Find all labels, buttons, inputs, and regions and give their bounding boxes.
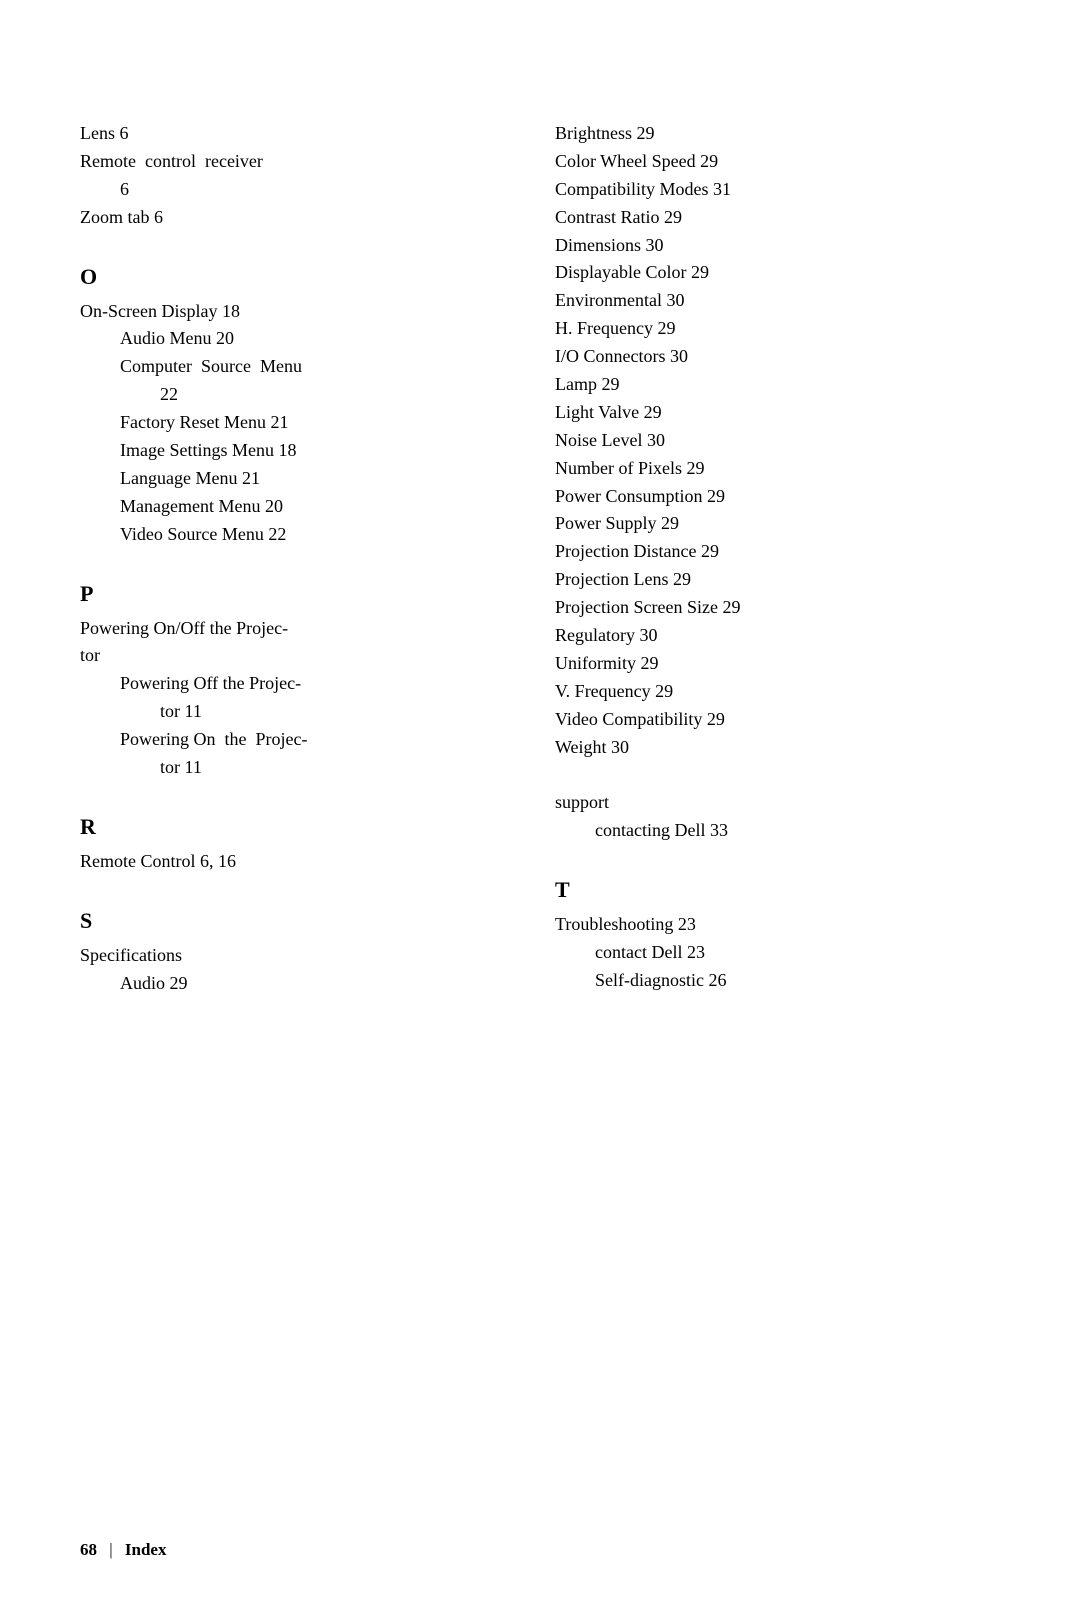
section-s: S Specifications Audio 29 (80, 908, 515, 998)
list-item: Regulatory 30 (555, 622, 1000, 650)
list-item: Number of Pixels 29 (555, 455, 1000, 483)
list-item: Contrast Ratio 29 (555, 204, 1000, 232)
list-item: Self-diagnostic 26 (555, 967, 1000, 995)
list-item: 6 (80, 176, 515, 204)
list-item: Zoom tab 6 (80, 204, 515, 232)
section-r: R Remote Control 6, 16 (80, 814, 515, 876)
list-item: Troubleshooting 23 (555, 911, 1000, 939)
list-item: Powering On/Off the Projec- (80, 615, 515, 643)
footer-label: Index (125, 1540, 167, 1559)
page: Lens 6 Remote control receiver 6 Zoom ta… (0, 0, 1080, 1620)
list-item: Uniformity 29 (555, 650, 1000, 678)
section-letter-s: S (80, 908, 515, 934)
section-letter-p: P (80, 581, 515, 607)
footer-separator: | (109, 1540, 112, 1560)
list-item: Projection Distance 29 (555, 538, 1000, 566)
list-item: Video Source Menu 22 (80, 521, 515, 549)
intro-entries: Lens 6 Remote control receiver 6 Zoom ta… (80, 120, 515, 232)
list-item: Remote Control 6, 16 (80, 848, 515, 876)
list-item: Management Menu 20 (80, 493, 515, 521)
list-item: tor (80, 642, 515, 670)
index-content: Lens 6 Remote control receiver 6 Zoom ta… (80, 120, 1000, 998)
section-t: T Troubleshooting 23 contact Dell 23 Sel… (555, 877, 1000, 995)
specs-entries: Brightness 29 Color Wheel Speed 29 Compa… (555, 120, 1000, 761)
list-item: Projection Lens 29 (555, 566, 1000, 594)
section-letter-r: R (80, 814, 515, 840)
list-item: Light Valve 29 (555, 399, 1000, 427)
section-letter-o: O (80, 264, 515, 290)
list-item: tor 11 (80, 698, 515, 726)
section-o: O On-Screen Display 18 Audio Menu 20 Com… (80, 264, 515, 549)
list-item: Remote control receiver (80, 148, 515, 176)
list-item: Projection Screen Size 29 (555, 594, 1000, 622)
list-item: Video Compatibility 29 (555, 706, 1000, 734)
list-item: Audio 29 (80, 970, 515, 998)
list-item: Image Settings Menu 18 (80, 437, 515, 465)
list-item: H. Frequency 29 (555, 315, 1000, 343)
list-item: Power Supply 29 (555, 510, 1000, 538)
list-item: Lamp 29 (555, 371, 1000, 399)
list-item: 22 (80, 381, 515, 409)
right-column: Brightness 29 Color Wheel Speed 29 Compa… (555, 120, 1000, 998)
list-item: Powering Off the Projec- (80, 670, 515, 698)
list-item: tor 11 (80, 754, 515, 782)
list-item: Environmental 30 (555, 287, 1000, 315)
list-item: support (555, 789, 1000, 817)
list-item: Computer Source Menu (80, 353, 515, 381)
list-item: Factory Reset Menu 21 (80, 409, 515, 437)
list-item: Powering On the Projec- (80, 726, 515, 754)
list-item: Brightness 29 (555, 120, 1000, 148)
section-letter-t: T (555, 877, 1000, 903)
list-item: Power Consumption 29 (555, 483, 1000, 511)
page-number: 68 (80, 1540, 97, 1559)
support-section: support contacting Dell 33 (555, 789, 1000, 845)
list-item: contact Dell 23 (555, 939, 1000, 967)
list-item: Dimensions 30 (555, 232, 1000, 260)
list-item: Compatibility Modes 31 (555, 176, 1000, 204)
list-item: Specifications (80, 942, 515, 970)
left-column: Lens 6 Remote control receiver 6 Zoom ta… (80, 120, 515, 998)
list-item: contacting Dell 33 (555, 817, 1000, 845)
list-item: Lens 6 (80, 120, 515, 148)
section-p: P Powering On/Off the Projec- tor Poweri… (80, 581, 515, 782)
page-footer: 68 | Index (80, 1540, 166, 1560)
list-item: Noise Level 30 (555, 427, 1000, 455)
list-item: Language Menu 21 (80, 465, 515, 493)
list-item: I/O Connectors 30 (555, 343, 1000, 371)
list-item: On-Screen Display 18 (80, 298, 515, 326)
list-item: V. Frequency 29 (555, 678, 1000, 706)
list-item: Color Wheel Speed 29 (555, 148, 1000, 176)
list-item: Audio Menu 20 (80, 325, 515, 353)
list-item: Displayable Color 29 (555, 259, 1000, 287)
list-item: Weight 30 (555, 734, 1000, 762)
